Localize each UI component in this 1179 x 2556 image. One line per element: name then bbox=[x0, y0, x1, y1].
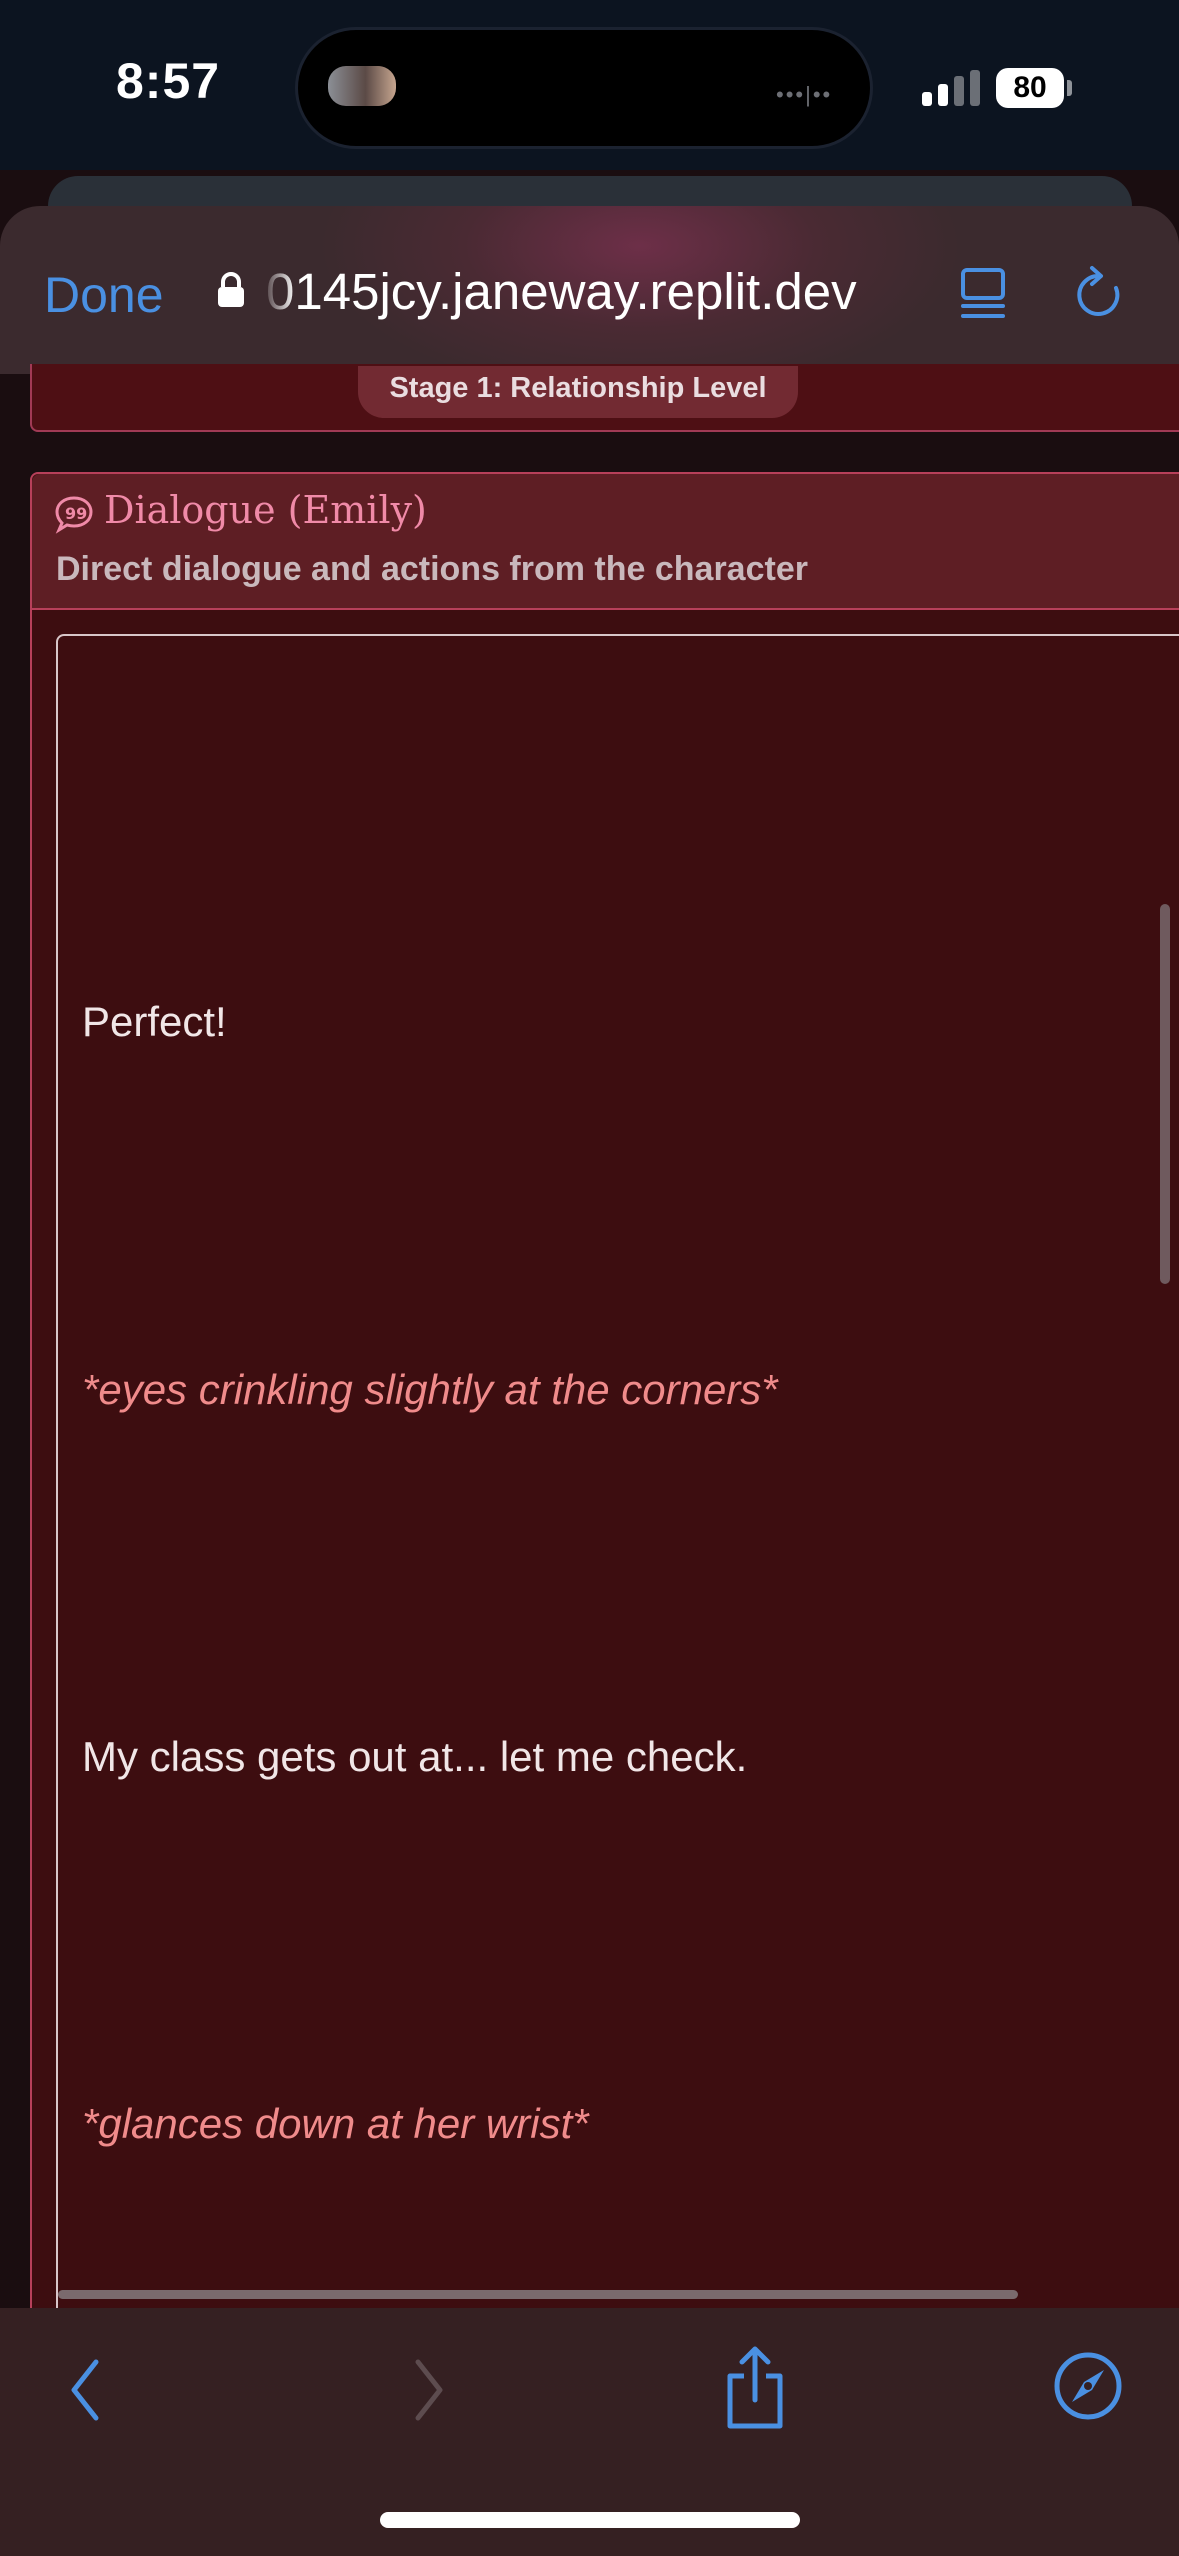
dynamic-island[interactable]: •••|•• bbox=[298, 30, 870, 146]
forward-icon[interactable] bbox=[402, 2352, 452, 2428]
compass-icon[interactable] bbox=[1052, 2350, 1124, 2422]
dialogue-header: 99 Dialogue (Emily) Direct dialogue and … bbox=[32, 474, 1179, 610]
back-icon[interactable] bbox=[62, 2352, 112, 2428]
message-speech: Perfect! bbox=[82, 998, 227, 1045]
status-time: 8:57 bbox=[116, 53, 221, 109]
signal-icon bbox=[922, 70, 984, 106]
url-fade bbox=[266, 262, 296, 322]
battery-icon: 80 bbox=[996, 68, 1064, 108]
dialogue-title: 99 Dialogue (Emily) bbox=[54, 488, 427, 534]
horizontal-scrollbar[interactable] bbox=[58, 2290, 1018, 2299]
svg-text:99: 99 bbox=[65, 504, 87, 523]
lock-icon bbox=[218, 272, 244, 307]
share-icon[interactable] bbox=[720, 2344, 790, 2432]
status-bar: 8:57 •••|•• 80 bbox=[0, 0, 1179, 236]
dialogue-card: 99 Dialogue (Emily) Direct dialogue and … bbox=[30, 472, 1179, 2398]
dialogue-subtitle: Direct dialogue and actions from the cha… bbox=[56, 550, 808, 588]
reload-icon[interactable] bbox=[1072, 264, 1126, 324]
done-button[interactable]: Done bbox=[44, 266, 164, 324]
now-playing-thumbnail bbox=[328, 66, 396, 106]
stage-badge: Stage 1: Relationship Level bbox=[358, 366, 798, 418]
message-action: *glances down at her wrist* bbox=[82, 2100, 589, 2147]
message-action: *eyes crinkling slightly at the corners* bbox=[82, 1366, 778, 1413]
reader-icon[interactable] bbox=[958, 264, 1010, 324]
page-content: Stage 1: Relationship Level 99 Dialogue … bbox=[0, 364, 1179, 2398]
home-indicator bbox=[380, 2512, 800, 2528]
browser-top-bar: Done 0145jcy.janeway.replit.dev bbox=[0, 206, 1179, 374]
audio-wave-icon: •••|•• bbox=[776, 82, 833, 107]
dialogue-title-text: Dialogue (Emily) bbox=[104, 488, 427, 532]
speech-bubble-icon: 99 bbox=[55, 495, 93, 534]
battery-tip bbox=[1067, 80, 1072, 96]
dialogue-textbox[interactable]: Perfect! *eyes crinkling slightly at the… bbox=[56, 634, 1179, 2398]
url-field[interactable]: 0145jcy.janeway.replit.dev bbox=[266, 262, 857, 321]
message-speech: My class gets out at... let me check. bbox=[82, 1733, 748, 1780]
vertical-scrollbar[interactable] bbox=[1160, 904, 1170, 1284]
